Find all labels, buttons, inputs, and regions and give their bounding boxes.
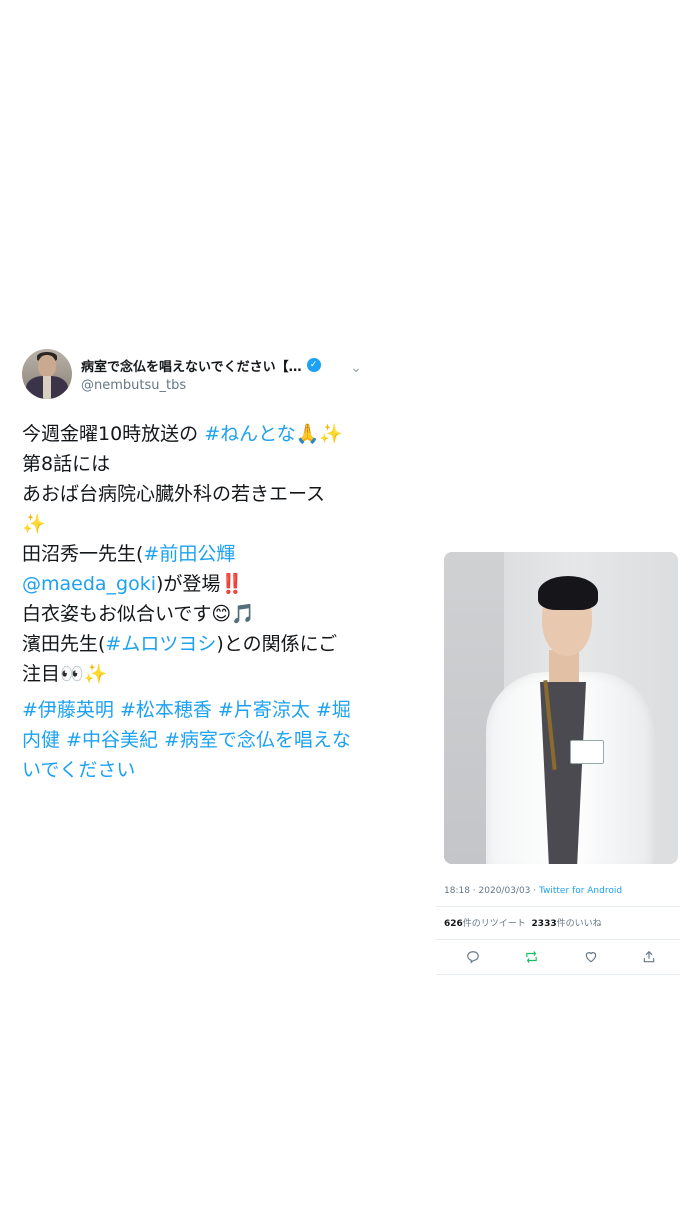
tweet-time[interactable]: 18:18 xyxy=(444,886,470,896)
divider xyxy=(436,974,680,975)
tweet-photo[interactable] xyxy=(444,552,678,864)
reply-icon[interactable] xyxy=(466,950,480,968)
tweet-line-1: 今週金曜10時放送の #ねんとな🙏✨ xyxy=(22,423,343,445)
action-bar xyxy=(444,950,678,968)
like-count-link[interactable]: 2333件のいいね xyxy=(532,919,602,929)
tweet-line-7: 白衣姿もお似合いです😊🎵 xyxy=(22,603,255,625)
tweet-line-4: ✨ xyxy=(22,513,46,535)
hashtag-list[interactable]: #伊藤英明 #松本穂香 #片寄涼太 #堀内健 #中谷美紀 #病室で念仏を唱えない… xyxy=(22,695,352,785)
tweet-stats: 626件のリツイート 2333件のいいね xyxy=(444,916,682,929)
tweet-detail-card: 18:18 · 2020/03/03 · Twitter for Android… xyxy=(432,552,682,975)
author-name-row[interactable]: 病室で念仏を唱えないでください【… ✓ xyxy=(81,356,340,375)
tweet-card: 病室で念仏を唱えないでください【… ✓ @nembutsu_tbs ⌄ 今週金曜… xyxy=(22,348,362,785)
heart-icon[interactable] xyxy=(584,950,598,968)
mention-link[interactable]: @maeda_goki xyxy=(22,573,156,595)
chevron-down-icon[interactable]: ⌄ xyxy=(350,360,362,376)
retweet-count-link[interactable]: 626件のリツイート xyxy=(444,919,526,929)
tweet-line-9: 注目👀✨ xyxy=(22,663,108,685)
tweet-line-5: 田沼秀一先生(#前田公輝 xyxy=(22,543,236,565)
tweet-line-2: 第8話には xyxy=(22,453,111,475)
author-block: 病室で念仏を唱えないでください【… ✓ @nembutsu_tbs xyxy=(81,356,340,393)
hashtag-link[interactable]: #ムロツヨシ xyxy=(105,633,216,655)
divider xyxy=(436,906,680,907)
tweet-date[interactable]: 2020/03/03 xyxy=(479,886,531,896)
hashtag-link[interactable]: #ねんとな xyxy=(204,423,295,445)
tweet-line-6: @maeda_goki)が登場‼️ xyxy=(22,573,245,595)
tweet-timestamp: 18:18 · 2020/03/03 · Twitter for Android xyxy=(444,886,623,896)
author-handle[interactable]: @nembutsu_tbs xyxy=(81,378,340,393)
verified-badge-icon: ✓ xyxy=(306,358,321,372)
tweet-header: 病室で念仏を唱えないでください【… ✓ @nembutsu_tbs ⌄ xyxy=(22,348,362,400)
tweet-text: 今週金曜10時放送の #ねんとな🙏✨ 第8話には あおば台病院心臓外科の若きエー… xyxy=(22,419,362,689)
tweet-source[interactable]: Twitter for Android xyxy=(539,886,622,896)
display-name[interactable]: 病室で念仏を唱えないでください【… xyxy=(81,356,302,375)
hashtag-link[interactable]: #前田公輝 xyxy=(143,543,235,565)
tweet-line-3: あおば台病院心臓外科の若きエース xyxy=(22,483,326,505)
divider xyxy=(436,939,680,940)
avatar[interactable] xyxy=(22,349,72,399)
share-icon[interactable] xyxy=(642,950,656,968)
retweet-icon[interactable] xyxy=(524,950,539,968)
tweet-line-8: 濱田先生(#ムロツヨシ)との関係にご xyxy=(22,633,338,655)
